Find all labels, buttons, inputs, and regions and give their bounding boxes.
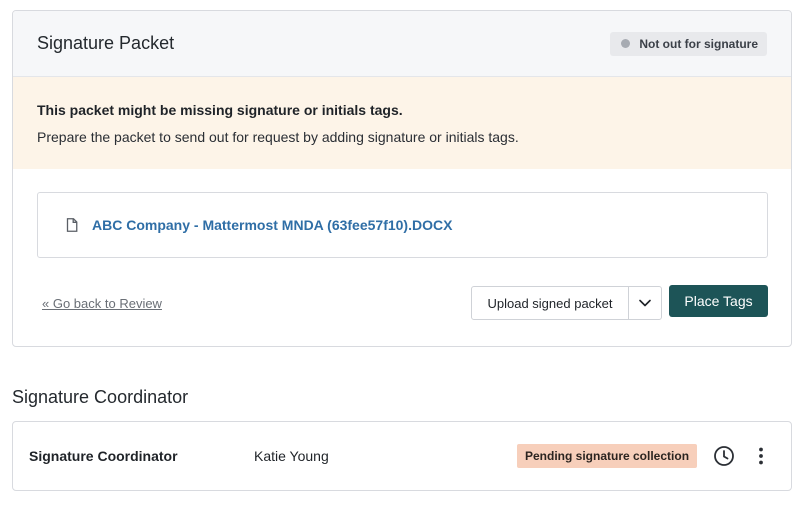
warning-title: This packet might be missing signature o… (37, 102, 403, 118)
status-dot-icon (621, 39, 631, 48)
warning-banner: This packet might be missing signature o… (13, 77, 791, 169)
pending-status-badge: Pending signature collection (517, 444, 698, 468)
upload-signed-packet-button[interactable]: Upload signed packet (472, 287, 629, 319)
coordinator-name: Katie Young (254, 448, 329, 464)
signature-coordinator-row: Signature Coordinator Katie Young Pendin… (12, 421, 792, 491)
coordinator-role: Signature Coordinator (29, 448, 178, 464)
document-link[interactable]: ABC Company - Mattermost MNDA (63fee57f1… (92, 217, 452, 233)
back-to-review-link[interactable]: « Go back to Review (42, 296, 162, 311)
more-options-icon[interactable] (753, 446, 769, 466)
document-icon (66, 218, 78, 232)
status-badge: Not out for signature (610, 31, 767, 56)
upload-signed-packet-split-button: Upload signed packet (471, 286, 662, 320)
document-box: ABC Company - Mattermost MNDA (63fee57f1… (37, 192, 768, 258)
history-clock-icon[interactable] (713, 445, 735, 467)
status-badge-label: Not out for signature (639, 36, 758, 51)
signature-coordinator-heading: Signature Coordinator (12, 387, 189, 407)
signature-packet-card: Signature Packet Not out for signature T… (12, 10, 792, 347)
place-tags-button[interactable]: Place Tags (669, 285, 768, 317)
packet-header: Signature Packet Not out for signature (13, 11, 791, 77)
upload-options-dropdown[interactable] (629, 287, 661, 319)
packet-title: Signature Packet (37, 33, 175, 53)
warning-text: Prepare the packet to send out for reque… (37, 129, 519, 145)
chevron-down-icon (639, 299, 651, 307)
